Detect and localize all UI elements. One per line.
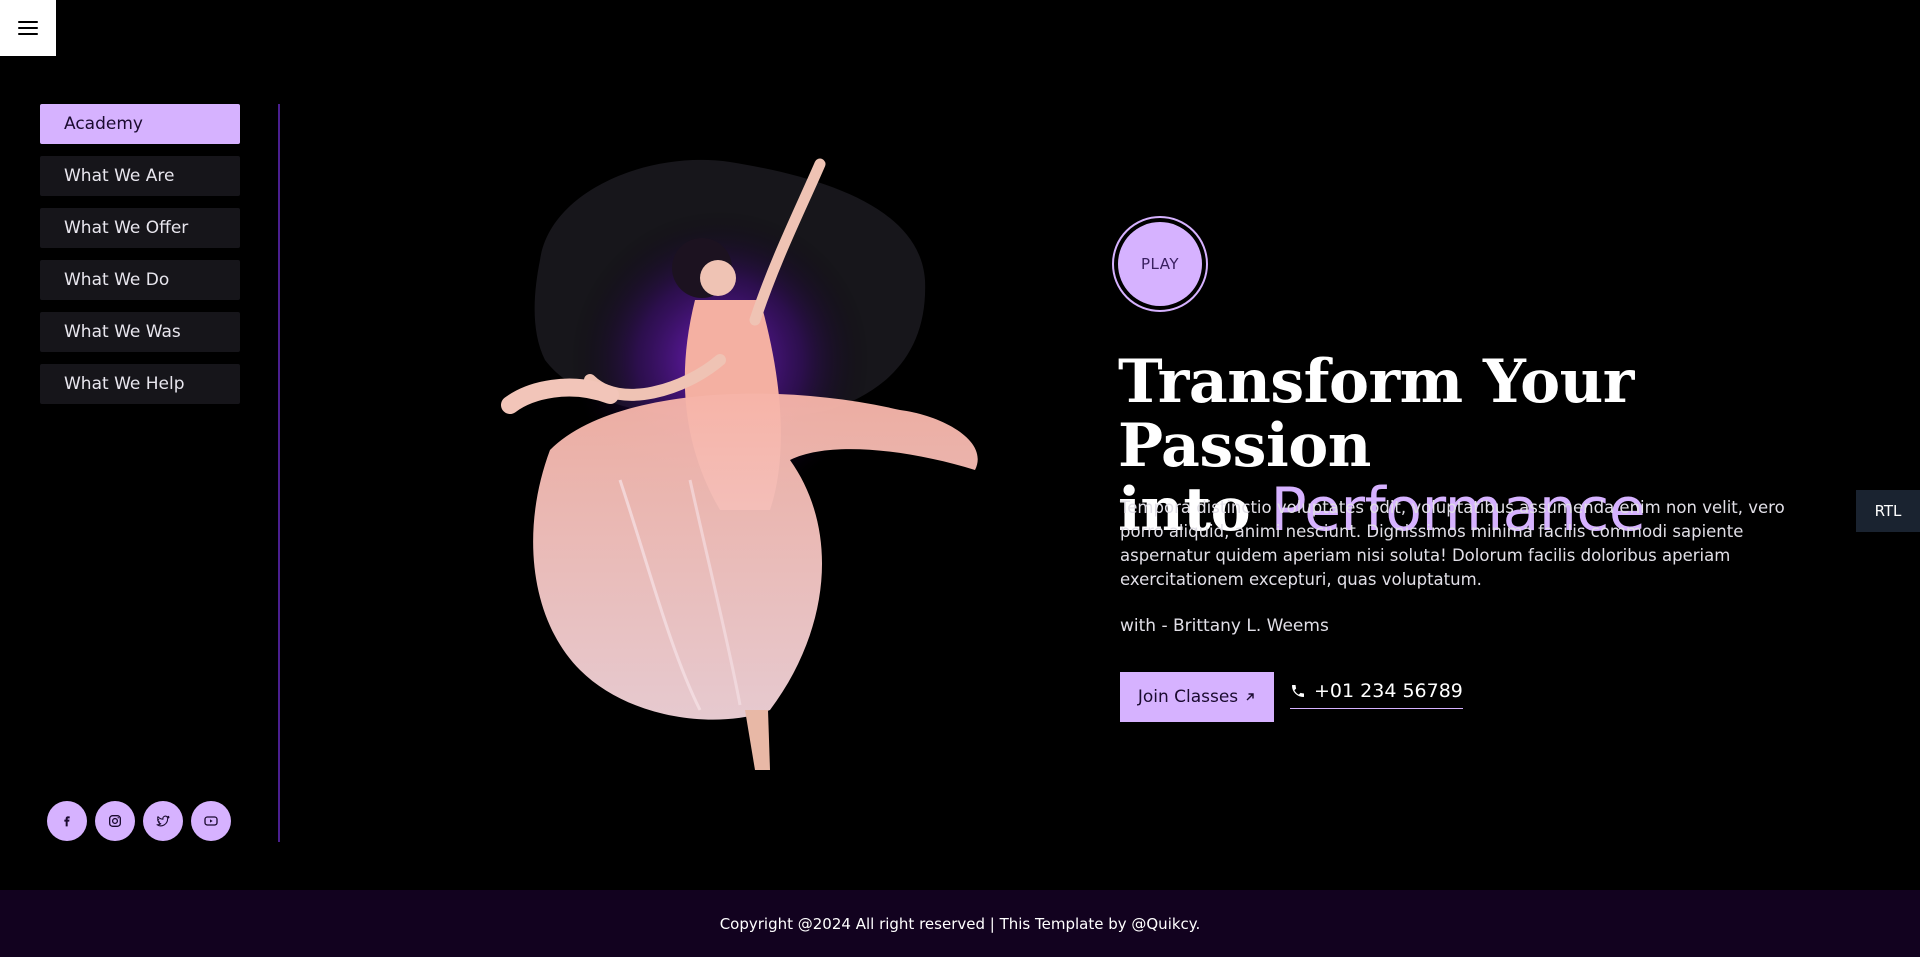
menu-toggle-button[interactable] (0, 0, 56, 56)
join-classes-button[interactable]: Join Classes (1120, 672, 1274, 722)
footer-copyright: Copyright @2024 All right reserved | Thi… (719, 914, 1201, 933)
sidebar-item-what-we-offer[interactable]: What We Offer (40, 208, 240, 248)
twitter-link[interactable] (143, 801, 183, 841)
arrow-up-right-icon (1246, 693, 1254, 701)
site-footer: Copyright @2024 All right reserved | Thi… (0, 890, 1920, 957)
hamburger-icon (18, 21, 38, 35)
phone-link[interactable]: +01 234 56789 (1290, 680, 1463, 709)
instagram-link[interactable] (95, 801, 135, 841)
sidebar-item-what-we-was[interactable]: What We Was (40, 312, 240, 352)
rtl-toggle-button[interactable]: RTL (1856, 490, 1920, 532)
phone-number: +01 234 56789 (1314, 680, 1463, 702)
sidebar-item-what-we-help[interactable]: What We Help (40, 364, 240, 404)
sidebar-item-academy[interactable]: Academy (40, 104, 240, 144)
join-classes-label: Join Classes (1137, 687, 1239, 707)
hero-description: Tempora distinctio voluptates odit, volu… (1120, 498, 1785, 589)
social-links (47, 801, 231, 841)
phone-icon (1292, 685, 1304, 697)
youtube-icon (204, 816, 218, 826)
headline-main: Transform Your Passion (1118, 347, 1634, 481)
sidebar-divider (278, 104, 280, 842)
dancer-illustration (501, 158, 978, 770)
sidebar-item-what-we-do[interactable]: What We Do (40, 260, 240, 300)
play-button[interactable]: PLAY (1112, 216, 1208, 312)
facebook-icon (64, 816, 70, 827)
twitter-icon (156, 815, 170, 827)
instagram-icon (109, 815, 121, 827)
sidebar-item-what-we-are[interactable]: What We Are (40, 156, 240, 196)
instructor-byline: with - Brittany L. Weems (1120, 616, 1329, 636)
facebook-link[interactable] (47, 801, 87, 841)
play-label: PLAY (1118, 222, 1202, 306)
youtube-link[interactable] (191, 801, 231, 841)
sidebar-nav: Academy What We Are What We Offer What W… (40, 104, 240, 416)
